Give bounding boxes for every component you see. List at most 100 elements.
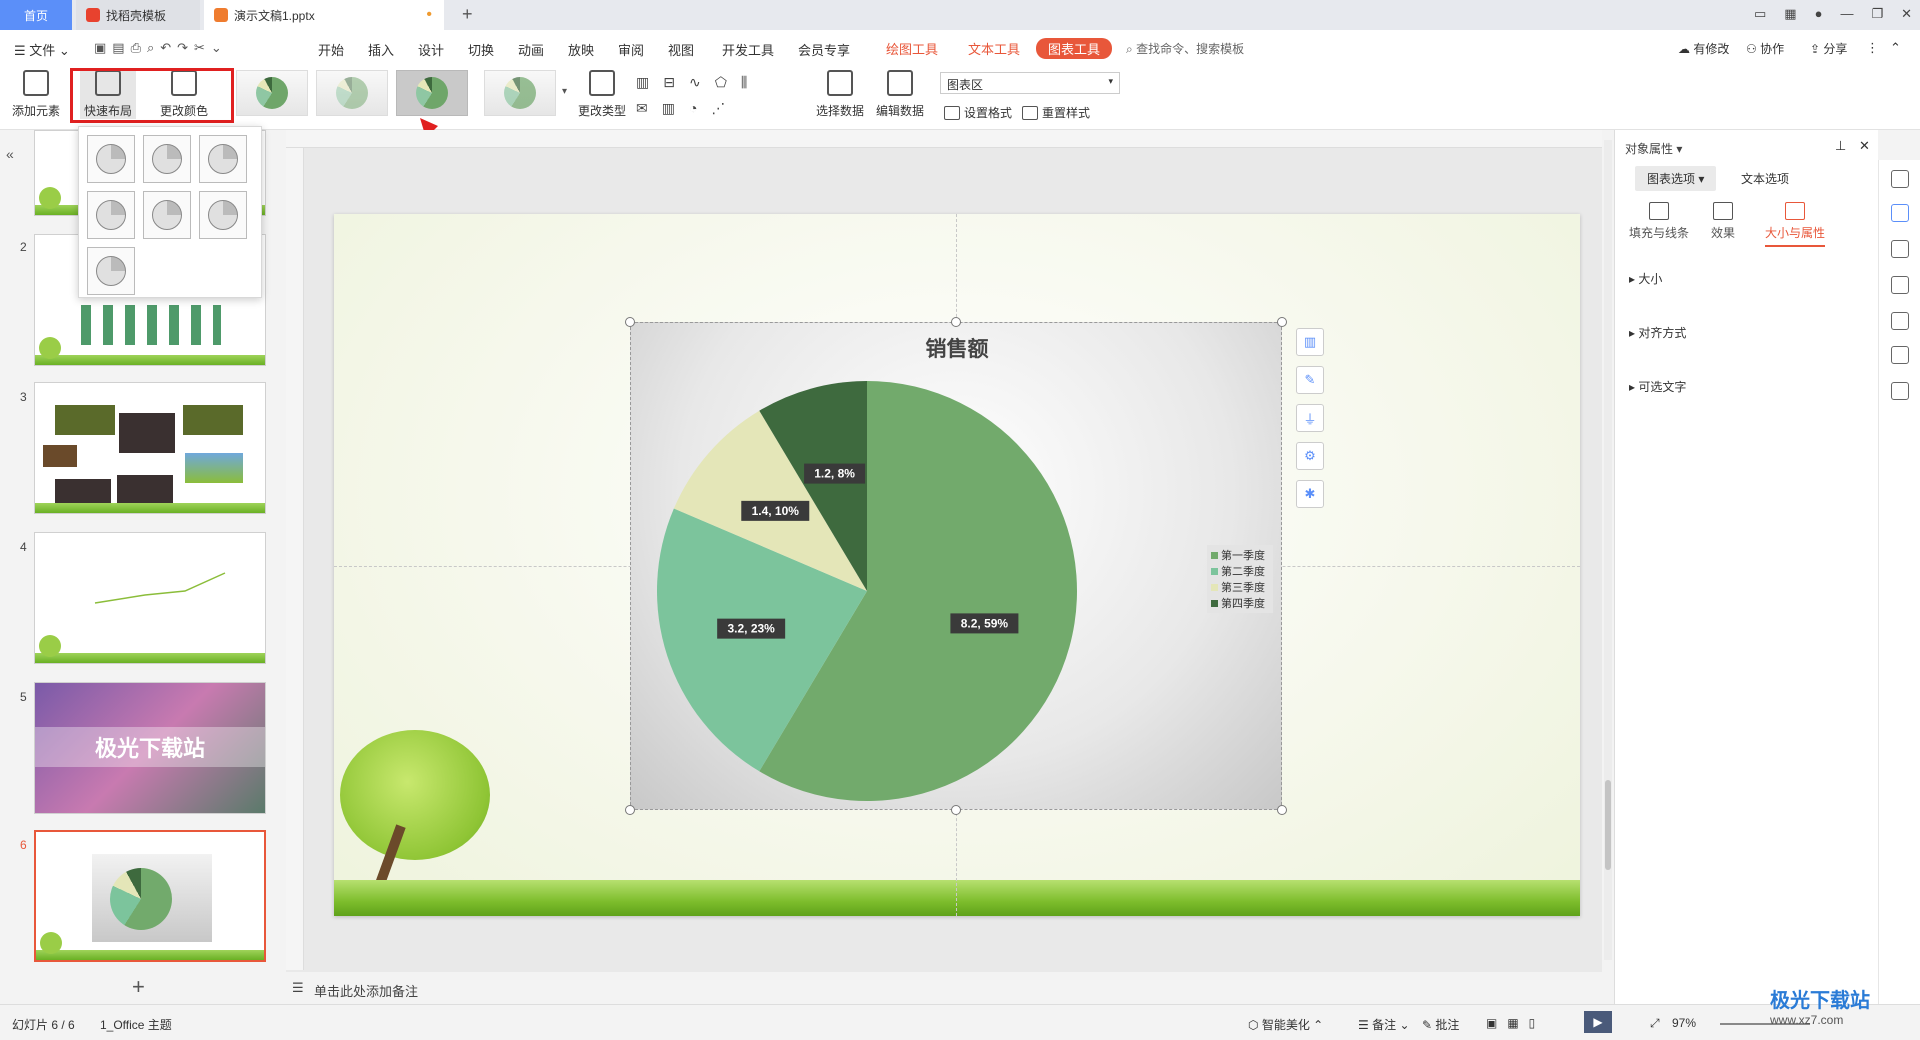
vertical-scrollbar[interactable] — [1604, 140, 1612, 960]
section-alt-text[interactable]: ▸ 可选文字 — [1629, 378, 1686, 395]
close-panel-icon[interactable]: ✕ — [1859, 138, 1870, 154]
section-size[interactable]: ▸ 大小 — [1629, 270, 1662, 287]
maximize-icon[interactable]: ❐ — [1871, 6, 1883, 22]
layout-option-3[interactable] — [199, 135, 247, 183]
zoom-level[interactable]: 97% — [1672, 1016, 1696, 1030]
chart-element-select[interactable]: 图表区 ▾ — [940, 72, 1120, 94]
minimize-icon[interactable]: — — [1840, 6, 1853, 22]
tab-chart-options[interactable]: 图表选项 ▾ — [1635, 166, 1717, 191]
collaborate-button[interactable]: ⚇ 协作 — [1746, 40, 1784, 57]
menu-developer[interactable]: 开发工具 — [722, 40, 774, 59]
menu-view[interactable]: 视图 — [668, 40, 694, 59]
slide-thumbnail-4[interactable] — [34, 532, 266, 664]
reset-style-button[interactable]: 重置样式 — [1022, 104, 1090, 121]
smart-beautify-button[interactable]: ⬡ 智能美化 ⌃ — [1248, 1016, 1323, 1033]
menu-start[interactable]: 开始 — [318, 40, 344, 59]
book-icon[interactable] — [1891, 382, 1909, 400]
pie-data-label[interactable]: 8.2, 59% — [950, 613, 1019, 634]
chart-style-4[interactable] — [484, 70, 556, 116]
apps-grid-icon[interactable]: ▦ — [1784, 6, 1796, 22]
navigate-icon[interactable] — [1891, 346, 1909, 364]
resize-handle-sw[interactable] — [625, 805, 635, 815]
tab-drawing-tools[interactable]: 绘图工具 — [886, 39, 938, 58]
resize-handle-ne[interactable] — [1277, 317, 1287, 327]
add-element-button[interactable]: 添加元素 — [12, 70, 60, 119]
menu-design[interactable]: 设计 — [418, 40, 444, 59]
slide-thumbnail-5[interactable]: 极光下载站 — [34, 682, 266, 814]
tab-home[interactable]: 首页 — [0, 0, 72, 30]
tab-text-tools[interactable]: 文本工具 — [968, 39, 1020, 58]
changes-button[interactable]: ☁ 有修改 — [1678, 40, 1729, 57]
layout-icon[interactable]: ▭ — [1754, 6, 1766, 22]
view-mode-icons[interactable]: ▣▦▯ — [1486, 1016, 1545, 1030]
subtab-effect[interactable]: 效果 — [1711, 202, 1735, 241]
chart-type-icons-row1[interactable]: ▥⊟∿⬠⫼ — [636, 74, 761, 91]
fit-window-icon[interactable]: ⤢ — [1650, 1016, 1660, 1031]
chart-area[interactable]: 销售额 8.2, 59% 3.2, 23% 1.4, 10% 1.2, 8% 第一季度… — [630, 322, 1282, 810]
resize-handle-se[interactable] — [1277, 805, 1287, 815]
layout-option-4[interactable] — [87, 191, 135, 239]
rocket-icon[interactable] — [1891, 170, 1909, 188]
layout-option-1[interactable] — [87, 135, 135, 183]
subtab-fill-line[interactable]: 填充与线条 — [1629, 202, 1689, 241]
share-button[interactable]: ⇪ 分享 — [1810, 40, 1847, 57]
menu-insert[interactable]: 插入 — [368, 40, 394, 59]
pie-data-label[interactable]: 1.2, 8% — [804, 463, 866, 484]
pie-data-label[interactable]: 3.2, 23% — [717, 618, 786, 639]
more-icon[interactable]: ⋮ — [1866, 40, 1879, 56]
set-format-button[interactable]: 设置格式 — [944, 104, 1012, 121]
resize-handle-s[interactable] — [951, 805, 961, 815]
chart-legend[interactable]: 第一季度 第二季度 第三季度 第四季度 — [1207, 545, 1273, 613]
pie-data-label[interactable]: 1.4, 10% — [741, 500, 810, 521]
menu-animation[interactable]: 动画 — [518, 40, 544, 59]
chart-filter-icon[interactable]: ⏚ — [1296, 404, 1324, 432]
chart-settings-icon[interactable]: ⚙ — [1296, 442, 1324, 470]
layout-option-6[interactable] — [199, 191, 247, 239]
style-gallery-more-icon[interactable]: ▾ — [562, 86, 567, 97]
notes-toggle-button[interactable]: ☰ 备注 ⌄ — [1358, 1016, 1410, 1033]
subtab-size-properties[interactable]: 大小与属性 — [1765, 202, 1826, 247]
command-search[interactable]: ⌕ 查找命令、搜索模板 — [1126, 40, 1244, 57]
notes-bar[interactable]: ☰ 单击此处添加备注 — [286, 972, 1602, 1004]
menu-slideshow[interactable]: 放映 — [568, 40, 594, 59]
menu-review[interactable]: 审阅 — [618, 40, 644, 59]
chart-idea-icon[interactable]: ✱ — [1296, 480, 1324, 508]
select-data-button[interactable]: 选择数据 — [816, 70, 864, 119]
tab-text-options[interactable]: 文本选项 — [1741, 170, 1789, 187]
scrollbar-thumb[interactable] — [1605, 780, 1611, 870]
image-icon[interactable] — [1891, 312, 1909, 330]
layout-option-5[interactable] — [143, 191, 191, 239]
collapse-panel-icon[interactable]: « — [6, 146, 14, 162]
slide-thumbnail-6[interactable] — [34, 830, 266, 962]
properties-icon[interactable] — [1891, 204, 1909, 222]
slide-thumbnail-3[interactable] — [34, 382, 266, 514]
chart-style-2[interactable] — [316, 70, 388, 116]
section-alignment[interactable]: ▸ 对齐方式 — [1629, 324, 1686, 341]
avatar[interactable]: ● — [1815, 6, 1823, 22]
pin-icon[interactable]: ⊥ — [1835, 138, 1846, 154]
tab-template[interactable]: 找稻壳模板 — [76, 0, 200, 30]
chart-elements-icon[interactable]: ▥ — [1296, 328, 1324, 356]
tab-chart-tools[interactable]: 图表工具 — [1036, 38, 1113, 59]
tab-document[interactable]: 演示文稿1.pptx • — [204, 0, 444, 30]
add-slide-button[interactable]: + — [132, 974, 145, 1000]
layout-option-7[interactable] — [87, 247, 135, 295]
notes-placeholder[interactable]: 单击此处添加备注 — [314, 981, 418, 1000]
chart-style-3[interactable] — [396, 70, 468, 116]
resize-handle-n[interactable] — [951, 317, 961, 327]
change-type-button[interactable]: 更改类型 — [578, 70, 626, 119]
copy-icon[interactable] — [1891, 276, 1909, 294]
menu-member[interactable]: 会员专享 — [798, 40, 850, 59]
layout-option-2[interactable] — [143, 135, 191, 183]
close-icon[interactable]: ✕ — [1901, 6, 1912, 22]
star-icon[interactable] — [1891, 240, 1909, 258]
menu-transition[interactable]: 切换 — [468, 40, 494, 59]
quick-access-toolbar[interactable]: ▣▤⎙⌕↶↷✂⌄ — [94, 40, 228, 56]
chart-style-brush-icon[interactable]: ✎ — [1296, 366, 1324, 394]
chart-type-icons-row2[interactable]: ✉▥◔⋰ — [636, 100, 739, 117]
new-tab-button[interactable]: + — [462, 4, 473, 25]
collapse-ribbon-icon[interactable]: ⌃ — [1890, 40, 1901, 56]
play-slideshow-button[interactable]: ▶ — [1584, 1011, 1612, 1033]
comments-button[interactable]: ✎ 批注 — [1422, 1016, 1459, 1033]
panel-title[interactable]: 对象属性 ▾ — [1625, 140, 1682, 157]
